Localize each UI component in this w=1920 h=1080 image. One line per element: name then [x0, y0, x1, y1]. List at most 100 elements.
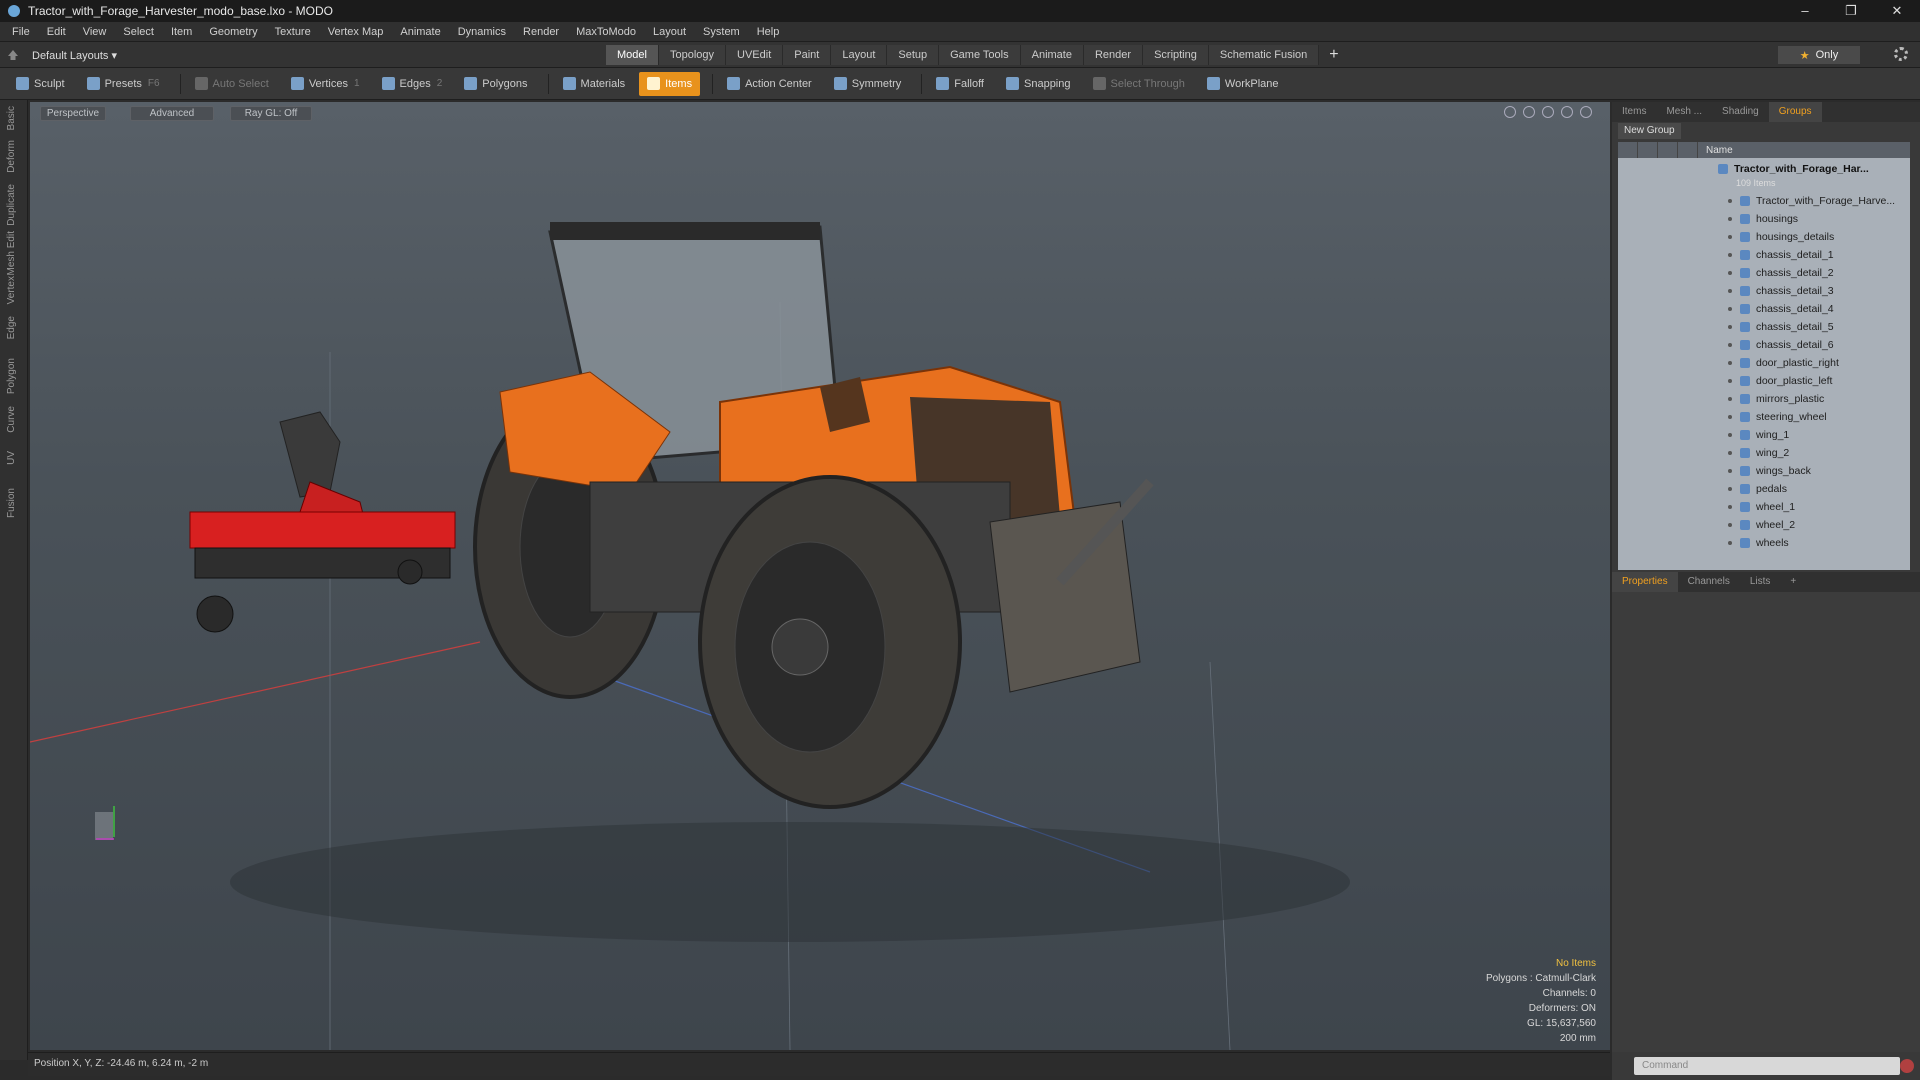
props-tab-properties[interactable]: Properties: [1612, 572, 1678, 592]
left-tab-polygon[interactable]: Polygon: [6, 358, 20, 394]
tab-setup[interactable]: Setup: [887, 45, 940, 65]
menu-maxtomodo[interactable]: MaxToModo: [576, 26, 636, 38]
tab-paint[interactable]: Paint: [783, 45, 832, 65]
menu-view[interactable]: View: [83, 26, 107, 38]
expand-icon[interactable]: [1728, 199, 1732, 203]
expand-icon[interactable]: [1728, 217, 1732, 221]
toolbar-items-button[interactable]: Items: [639, 71, 701, 96]
new-group-button[interactable]: New Group: [1618, 123, 1681, 139]
add-tab-button[interactable]: +: [1319, 45, 1348, 65]
toolbar-vertices-button[interactable]: Vertices 1: [283, 72, 368, 96]
select-col[interactable]: [1678, 142, 1698, 158]
expand-icon[interactable]: [1728, 361, 1732, 365]
expand-icon[interactable]: [1728, 505, 1732, 509]
toolbar-sculpt-button[interactable]: Sculpt: [8, 72, 73, 96]
command-input[interactable]: Command: [1634, 1057, 1900, 1075]
expand-icon[interactable]: [1728, 325, 1732, 329]
menu-help[interactable]: Help: [757, 26, 780, 38]
tab-schematic-fusion[interactable]: Schematic Fusion: [1208, 45, 1320, 65]
left-tab-edge[interactable]: Edge: [6, 316, 20, 339]
panel-tab-items[interactable]: Items: [1612, 102, 1656, 122]
left-tab-fusion[interactable]: Fusion: [6, 488, 20, 518]
tree-item[interactable]: chassis_detail_1: [1618, 246, 1910, 264]
tree-item[interactable]: Tractor_with_Forage_Harve...: [1618, 192, 1910, 210]
tab-scripting[interactable]: Scripting: [1143, 45, 1209, 65]
expand-icon[interactable]: [1728, 379, 1732, 383]
menu-render[interactable]: Render: [523, 26, 559, 38]
expand-icon[interactable]: [1728, 289, 1732, 293]
left-tab-uv[interactable]: UV: [6, 451, 20, 465]
default-layouts-dropdown[interactable]: Default Layouts ▾: [8, 46, 117, 64]
tab-render[interactable]: Render: [1083, 45, 1144, 65]
name-column-header[interactable]: Name: [1698, 145, 1733, 156]
panel-tab-shading[interactable]: Shading: [1712, 102, 1769, 122]
menu-item[interactable]: Item: [171, 26, 192, 38]
menu-dynamics[interactable]: Dynamics: [458, 26, 506, 38]
expand-icon[interactable]: [1728, 235, 1732, 239]
left-tab-duplicate[interactable]: Duplicate: [6, 184, 20, 226]
render-col[interactable]: [1638, 142, 1658, 158]
toolbar-falloff-button[interactable]: Falloff: [928, 72, 992, 96]
tree-item[interactable]: wings_back: [1618, 462, 1910, 480]
expand-icon[interactable]: [1728, 415, 1732, 419]
tree-item[interactable]: chassis_detail_3: [1618, 282, 1910, 300]
home-icon[interactable]: [8, 50, 18, 60]
left-tab-mesh-edit[interactable]: Mesh Edit: [6, 231, 20, 275]
panel-tab-groups[interactable]: Groups: [1768, 102, 1822, 122]
expand-icon[interactable]: [1728, 343, 1732, 347]
tree-item[interactable]: chassis_detail_6: [1618, 336, 1910, 354]
tab-uvedit[interactable]: UVEdit: [726, 45, 784, 65]
only-button[interactable]: ★ Only: [1778, 46, 1860, 64]
menu-texture[interactable]: Texture: [275, 26, 311, 38]
maximize-button[interactable]: ❐: [1828, 0, 1874, 22]
expand-icon[interactable]: [1728, 541, 1732, 545]
command-stop-icon[interactable]: [1900, 1059, 1914, 1073]
left-tab-vertex[interactable]: Vertex: [6, 276, 20, 304]
tree-item[interactable]: pedals: [1618, 480, 1910, 498]
toolbar-select-through-button[interactable]: Select Through: [1085, 72, 1193, 96]
props-tab-lists[interactable]: Lists: [1740, 572, 1781, 592]
tree-item[interactable]: chassis_detail_5: [1618, 318, 1910, 336]
tree-item[interactable]: wheel_2: [1618, 516, 1910, 534]
toolbar-workplane-button[interactable]: WorkPlane: [1199, 72, 1287, 96]
menu-system[interactable]: System: [703, 26, 740, 38]
expand-icon[interactable]: [1728, 397, 1732, 401]
expand-icon[interactable]: [1728, 271, 1732, 275]
menu-file[interactable]: File: [12, 26, 30, 38]
toolbar-polygons-button[interactable]: Polygons: [456, 72, 535, 96]
menu-vertex-map[interactable]: Vertex Map: [328, 26, 384, 38]
menu-animate[interactable]: Animate: [400, 26, 440, 38]
toolbar-auto-select-button[interactable]: Auto Select: [187, 72, 277, 96]
toolbar-symmetry-button[interactable]: Symmetry: [826, 72, 910, 96]
minimize-button[interactable]: –: [1782, 0, 1828, 22]
props-tab-add[interactable]: +: [1780, 572, 1806, 592]
tree-item[interactable]: wheel_1: [1618, 498, 1910, 516]
menu-layout[interactable]: Layout: [653, 26, 686, 38]
expand-icon[interactable]: [1728, 307, 1732, 311]
tree-item[interactable]: wheels: [1618, 534, 1910, 552]
tab-layout[interactable]: Layout: [831, 45, 888, 65]
menu-edit[interactable]: Edit: [47, 26, 66, 38]
expand-icon[interactable]: [1728, 433, 1732, 437]
expand-icon[interactable]: [1728, 487, 1732, 491]
expand-icon[interactable]: [1728, 253, 1732, 257]
toolbar-materials-button[interactable]: Materials: [555, 72, 634, 96]
left-tab-deform[interactable]: Deform: [6, 140, 20, 173]
tree-item[interactable]: steering_wheel: [1618, 408, 1910, 426]
tree-item[interactable]: wing_1: [1618, 426, 1910, 444]
toolbar-action-center-button[interactable]: Action Center: [719, 72, 820, 96]
panel-tab-mesh[interactable]: Mesh ...: [1656, 102, 1712, 122]
gear-icon[interactable]: [1894, 47, 1908, 61]
visibility-col[interactable]: [1618, 142, 1638, 158]
tree-item[interactable]: chassis_detail_4: [1618, 300, 1910, 318]
3d-viewport[interactable]: Perspective Advanced Ray GL: Off No Item…: [30, 102, 1610, 1050]
toolbar-edges-button[interactable]: Edges 2: [374, 72, 451, 96]
tab-animate[interactable]: Animate: [1020, 45, 1084, 65]
tree-item[interactable]: housings_details: [1618, 228, 1910, 246]
tree-item[interactable]: door_plastic_right: [1618, 354, 1910, 372]
tab-model[interactable]: Model: [606, 45, 659, 65]
expand-icon[interactable]: [1728, 469, 1732, 473]
tree-item[interactable]: housings: [1618, 210, 1910, 228]
tab-game-tools[interactable]: Game Tools: [939, 45, 1021, 65]
menu-select[interactable]: Select: [123, 26, 154, 38]
